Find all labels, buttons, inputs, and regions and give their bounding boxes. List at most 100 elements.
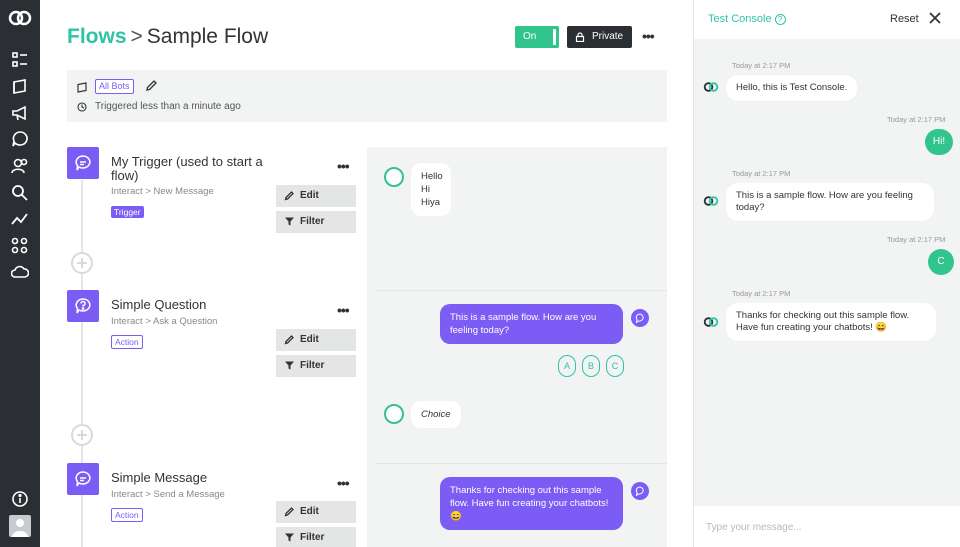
filter-button[interactable]: Filter (276, 527, 356, 547)
left-nav (0, 0, 40, 547)
edit-button[interactable]: Edit (276, 329, 356, 351)
header-more-button[interactable]: ••• (642, 28, 655, 44)
clock-icon (77, 102, 87, 112)
filter-button[interactable]: Filter (276, 355, 356, 377)
flow-info-bar: All Bots Triggered less than a minute ag… (67, 70, 667, 122)
close-icon[interactable] (929, 12, 941, 24)
triggered-text: Triggered less than a minute ago (95, 101, 241, 112)
search-icon[interactable] (11, 184, 29, 202)
filter-label: Filter (300, 360, 325, 371)
trigger-phrase: Hello (421, 171, 443, 182)
message-input[interactable] (706, 518, 946, 536)
chat-bubble-icon (635, 313, 644, 323)
book-icon[interactable] (11, 78, 29, 96)
edit-label: Edit (300, 334, 319, 345)
timestamp: Today at 2:17 PM (732, 289, 791, 298)
step-more-button[interactable]: ••• (337, 302, 350, 318)
logo-icon[interactable] (8, 9, 32, 27)
step-title: My Trigger (used to start a flow) (111, 154, 263, 183)
pencil-icon (284, 191, 294, 201)
filter-button[interactable]: Filter (276, 211, 356, 233)
console-header: Test Console? Reset (694, 0, 960, 39)
timestamp: Today at 2:17 PM (887, 235, 946, 244)
breadcrumb-flows-link[interactable]: Flows (67, 25, 127, 48)
console-bot-message: Thanks for checking out this sample flow… (726, 303, 936, 341)
step-icon (67, 147, 99, 179)
trigger-phrases-bubble: Hello Hi Hiya (411, 163, 451, 216)
choice-c-button[interactable]: C (606, 355, 624, 377)
step-icon (67, 463, 99, 495)
step-title: Simple Question (111, 297, 207, 312)
breadcrumb: Flows > Sample Flow (67, 25, 268, 49)
trigger-phrase: Hiya (421, 197, 441, 208)
step-sub-sep: > (145, 489, 151, 500)
apps-grid-icon[interactable] (11, 237, 29, 255)
step-title: Simple Message (111, 470, 208, 485)
flow-step-question: Simple Question Interact > Ask a Questio… (67, 290, 357, 390)
filter-label: Filter (300, 216, 325, 227)
user-avatar-circle (384, 404, 404, 424)
step-more-button[interactable]: ••• (337, 158, 350, 174)
console-bot-message: This is a sample flow. How are you feeli… (726, 183, 934, 221)
choice-b-button[interactable]: B (582, 355, 600, 377)
edit-button[interactable]: Edit (276, 185, 356, 207)
flow-step-message: Simple Message Interact > Send a Message… (67, 463, 357, 547)
page-title: Sample Flow (146, 25, 269, 48)
help-icon[interactable]: ? (774, 14, 786, 25)
filter-icon (285, 533, 294, 542)
trigger-phrase: Hi (421, 184, 430, 195)
chat-icon[interactable] (11, 130, 29, 148)
console-bot-message: Hello, this is Test Console. (726, 75, 858, 101)
filter-icon (285, 217, 294, 226)
bot-logo-icon (703, 82, 719, 92)
analytics-icon[interactable] (11, 210, 29, 228)
chat-bubble-icon (75, 471, 91, 487)
action-badge: Action (111, 335, 143, 349)
pencil-icon (284, 507, 294, 517)
users-icon[interactable] (11, 157, 29, 175)
user-avatar-circle (384, 167, 404, 187)
step-more-button[interactable]: ••• (337, 475, 350, 491)
step-subtitle: Interact > Send a Message (111, 489, 225, 500)
flow-step-trigger: My Trigger (used to start a flow) Intera… (67, 147, 357, 247)
choice-a-button[interactable]: A (558, 355, 576, 377)
step-app: Interact (111, 489, 143, 500)
pencil-icon[interactable] (145, 79, 158, 92)
timestamp: Today at 2:17 PM (732, 61, 791, 70)
chat-bubble-icon (75, 155, 91, 171)
step-app: Interact (111, 316, 143, 327)
filter-icon (285, 361, 294, 370)
test-console: Test Console? Reset Today at 2:17 PM Hel… (693, 0, 960, 547)
step-subtitle: Interact > New Message (111, 186, 214, 197)
pencil-icon (284, 335, 294, 345)
console-input-bar (694, 506, 960, 547)
action-badge: Action (111, 508, 143, 522)
question-bubble-icon (75, 298, 91, 314)
console-title-text: Test Console (708, 13, 772, 25)
step-subtitle: Interact > Ask a Question (111, 316, 217, 327)
bot-book-icon (77, 82, 87, 93)
edit-label: Edit (300, 190, 319, 201)
bot-avatar-circle (631, 309, 649, 327)
edit-button[interactable]: Edit (276, 501, 356, 523)
add-step-button[interactable] (71, 252, 93, 274)
toggle-knob (553, 29, 556, 45)
all-bots-chip[interactable]: All Bots (95, 79, 134, 94)
trigger-badge: Trigger (111, 206, 144, 218)
info-icon[interactable] (11, 490, 29, 508)
reset-button[interactable]: Reset (890, 13, 919, 25)
add-step-button[interactable] (71, 424, 93, 446)
step-icon (67, 290, 99, 322)
lock-icon (575, 32, 585, 42)
question-bubble: This is a sample flow. How are you feeli… (440, 304, 623, 344)
private-label: Private (592, 31, 624, 42)
on-toggle[interactable]: On (515, 26, 559, 48)
private-button[interactable]: Private (567, 26, 632, 48)
flows-icon[interactable] (11, 51, 29, 69)
avatar[interactable] (9, 515, 31, 537)
timestamp: Today at 2:17 PM (887, 115, 946, 124)
cloud-icon[interactable] (11, 263, 29, 281)
step-sub-sep: > (145, 186, 151, 197)
bot-logo-icon (703, 196, 719, 206)
megaphone-icon[interactable] (11, 104, 29, 122)
